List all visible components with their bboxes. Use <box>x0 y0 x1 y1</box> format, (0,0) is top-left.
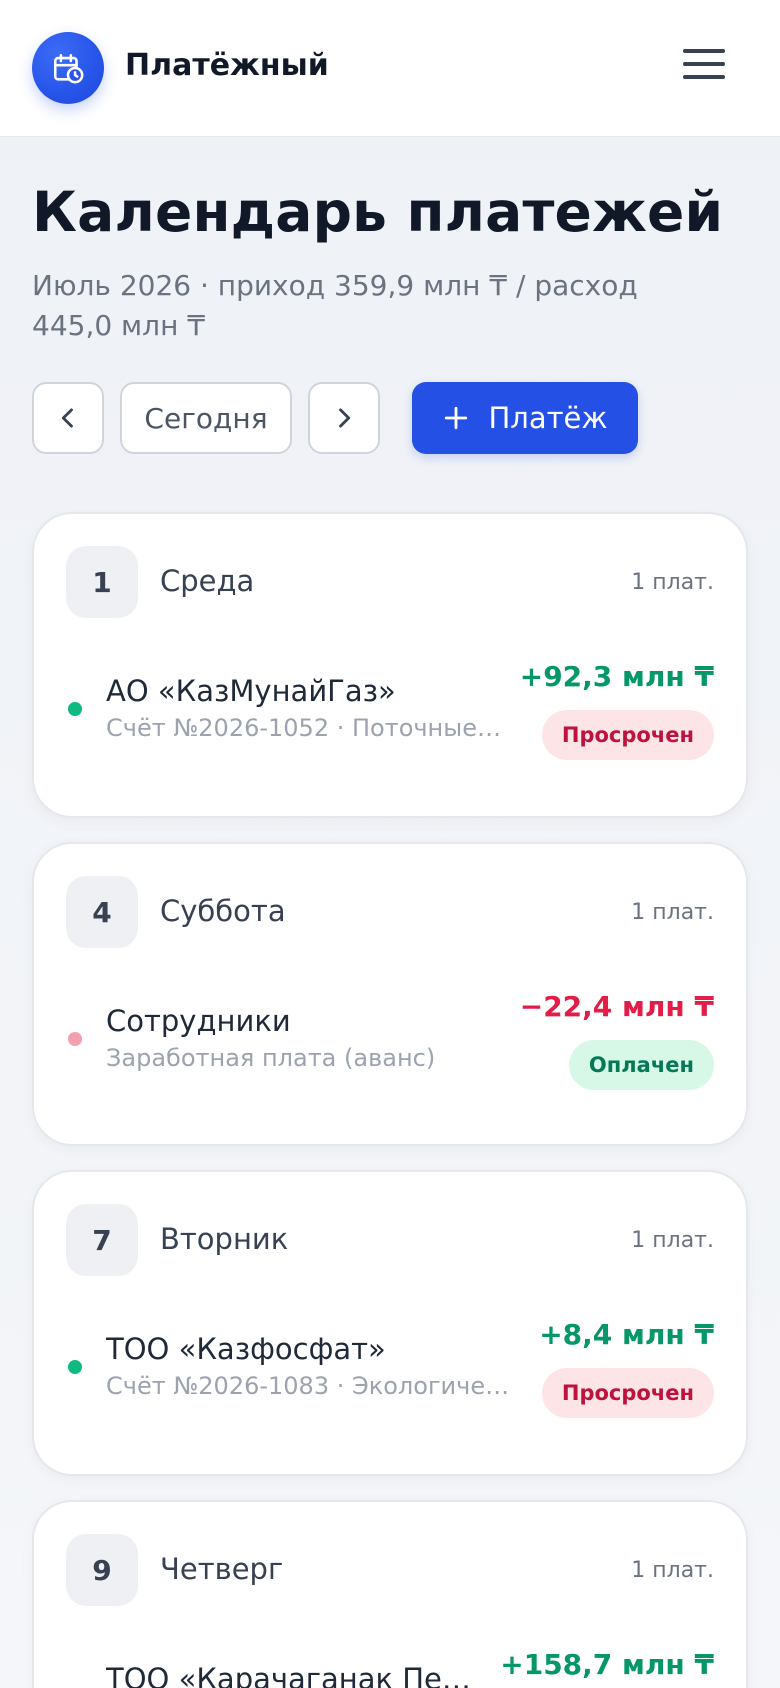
status-badge: Просрочен <box>541 1368 714 1418</box>
expense-dot <box>68 1032 82 1046</box>
payment-count: 1 плат. <box>631 1558 714 1583</box>
payment-amount: −22,4 млн ₸ <box>519 990 714 1023</box>
top-bar: Платёжный <box>0 0 780 137</box>
counterparty-name: Сотрудники <box>106 1004 291 1038</box>
today-button[interactable]: Сегодня <box>120 382 292 454</box>
payment-amount: +8,4 млн ₸ <box>539 1318 714 1351</box>
income-dot <box>68 1360 82 1374</box>
brand-name[interactable]: Платёжный <box>125 48 329 83</box>
day-number: 1 <box>66 546 138 618</box>
day-name: Четверг <box>160 1552 284 1586</box>
day-number: 9 <box>66 1534 138 1606</box>
calendar-clock-icon <box>53 53 84 84</box>
add-payment-label: Платёж <box>488 401 608 435</box>
day-card: 9 Четверг 1 плат. ТОО «Карачаганак Пет… … <box>32 1500 748 1688</box>
payment-description: Заработная плата (аванс) <box>106 1044 436 1072</box>
hamburger-menu-icon[interactable] <box>680 44 728 84</box>
day-card: 7 Вторник 1 плат. ТОО «Казфосфат» Счёт №… <box>32 1170 748 1476</box>
day-card: 1 Среда 1 плат. АО «КазМунайГаз» Счёт №2… <box>32 512 748 818</box>
day-number: 7 <box>66 1204 138 1276</box>
page-title: Календарь платежей <box>32 180 724 244</box>
payment-description: Счёт №2026-1083 · Экологичес… <box>106 1372 522 1400</box>
payment-amount: +92,3 млн ₸ <box>519 660 714 693</box>
payment-amount: +158,7 млн ₸ <box>500 1648 714 1681</box>
add-payment-button[interactable]: Платёж <box>412 382 638 454</box>
page-subtitle: Июль 2026 · приход 359,9 млн ₸ / расход … <box>32 269 638 342</box>
day-name: Суббота <box>160 894 286 928</box>
payment-count: 1 плат. <box>631 1228 714 1253</box>
day-name: Среда <box>160 564 255 598</box>
chevron-right-icon <box>339 408 351 428</box>
next-month-button[interactable] <box>308 382 380 454</box>
prev-month-button[interactable] <box>32 382 104 454</box>
menu-line <box>683 49 725 53</box>
day-card: 4 Суббота 1 плат. Сотрудники Заработная … <box>32 842 748 1146</box>
menu-line <box>683 62 725 66</box>
status-badge: Просрочен <box>541 710 714 760</box>
income-dot <box>68 702 82 716</box>
day-name: Вторник <box>160 1222 289 1256</box>
day-number: 4 <box>66 876 138 948</box>
counterparty-name: ТОО «Казфосфат» <box>106 1332 386 1366</box>
payment-count: 1 плат. <box>631 900 714 925</box>
status-badge: Оплачен <box>568 1040 714 1090</box>
counterparty-name: ТОО «Карачаганак Пет… <box>106 1662 476 1688</box>
menu-line <box>683 75 725 79</box>
counterparty-name: АО «КазМунайГаз» <box>106 674 396 708</box>
payment-description: Счёт №2026-1052 · Поточные … <box>106 714 506 742</box>
chevron-left-icon <box>61 408 73 428</box>
app-logo[interactable] <box>32 32 104 104</box>
payment-count: 1 плат. <box>631 570 714 595</box>
plus-icon <box>444 406 467 430</box>
